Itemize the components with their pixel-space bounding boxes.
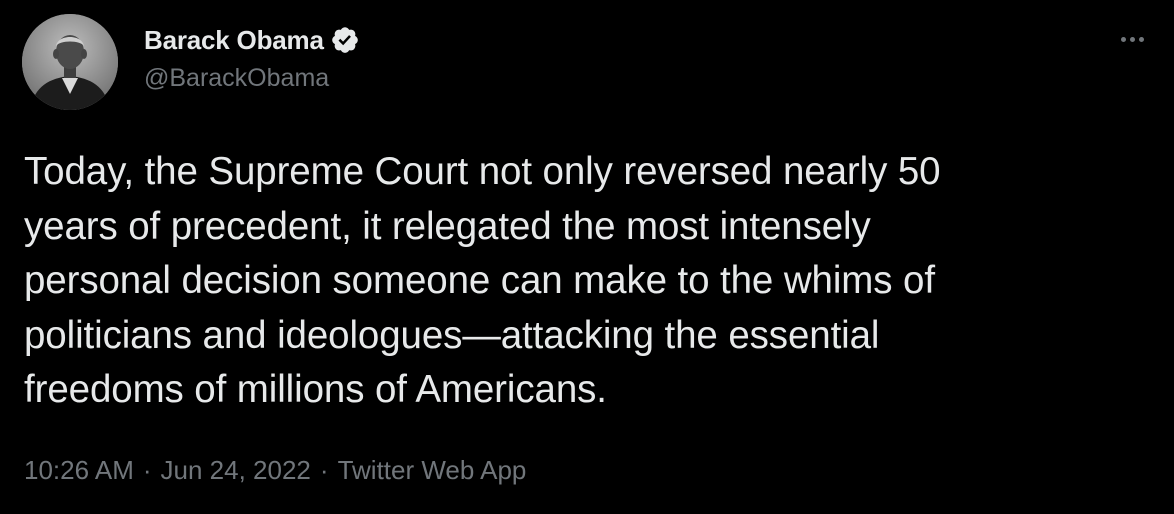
more-options-button[interactable]: [1112, 24, 1152, 54]
author-name-row: Barack Obama: [144, 22, 360, 58]
tweet-card: Barack Obama @BarackObama Today, the Sup…: [0, 0, 1174, 514]
more-dot-icon: [1120, 36, 1126, 42]
avatar-photo: [22, 14, 118, 110]
tweet-source[interactable]: Twitter Web App: [338, 455, 527, 486]
tweet-date[interactable]: Jun 24, 2022: [161, 455, 311, 486]
display-name[interactable]: Barack Obama: [144, 25, 324, 56]
more-dot-icon: [1138, 36, 1144, 42]
meta-separator: ·: [142, 455, 152, 485]
avatar[interactable]: [22, 14, 118, 110]
more-dot-icon: [1129, 36, 1135, 42]
tweet-meta: 10:26 AM · Jun 24, 2022 · Twitter Web Ap…: [24, 455, 526, 486]
verified-badge-icon: [330, 25, 360, 55]
author-handle[interactable]: @BarackObama: [144, 64, 329, 93]
tweet-text: Today, the Supreme Court not only revers…: [24, 150, 941, 411]
meta-separator: ·: [319, 455, 329, 485]
tweet-time[interactable]: 10:26 AM: [24, 455, 134, 486]
